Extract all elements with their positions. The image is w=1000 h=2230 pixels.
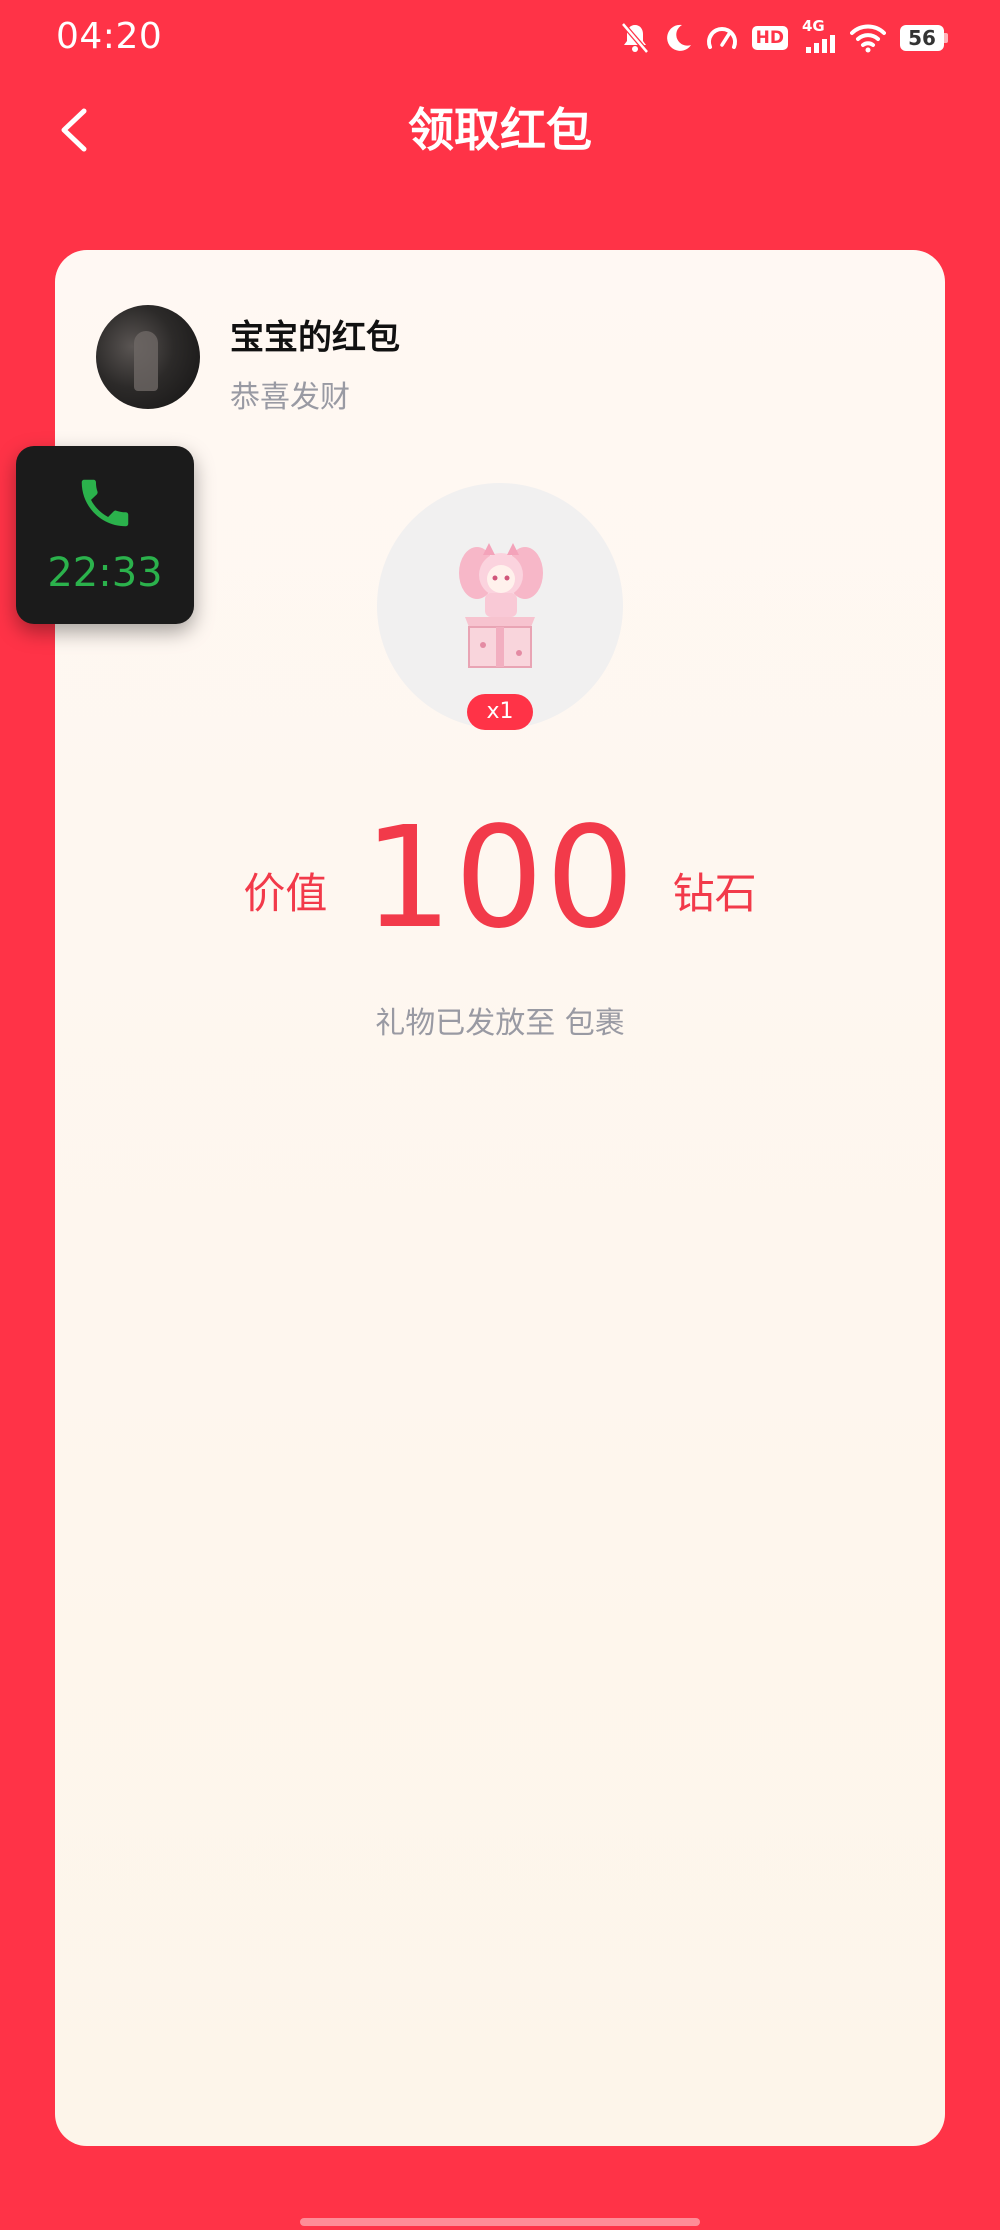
hd-icon: HD: [751, 26, 788, 50]
moon-icon: [664, 23, 692, 53]
value-row: 价值 100 钻石: [55, 796, 945, 960]
blessing-text: 恭喜发财: [230, 380, 350, 415]
status-time: 04:20: [56, 16, 163, 57]
value-amount: 100: [363, 796, 637, 960]
battery-level: 56: [900, 25, 944, 51]
avatar[interactable]: [96, 305, 200, 409]
status-icons: HD 4G 56: [620, 17, 948, 58]
gift-image: [459, 543, 543, 668]
home-indicator[interactable]: [300, 2218, 700, 2226]
phone-icon: [81, 479, 129, 527]
nav-bar: 领取红包: [0, 76, 1000, 196]
battery-tip: [944, 33, 948, 43]
floating-call-widget[interactable]: 22:33: [16, 446, 194, 624]
value-prefix: 价值: [243, 868, 328, 918]
speedometer-icon: [706, 23, 738, 53]
delivery-note: 礼物已发放至 包裹: [375, 1006, 625, 1041]
quantity-badge: x1: [467, 694, 533, 730]
wifi-icon: [850, 23, 886, 53]
mute-bell-icon: [620, 22, 650, 54]
value-unit: 钻石: [672, 868, 757, 918]
page-title: 领取红包: [408, 103, 592, 157]
gift-image-container: [377, 483, 623, 729]
status-bar: 04:20 HD 4G 56: [0, 0, 1000, 76]
signal-4g-icon: 4G: [802, 17, 836, 55]
battery-icon: 56: [900, 25, 948, 51]
sender-name: 宝宝的红包: [230, 318, 400, 358]
call-duration: 22:33: [47, 550, 163, 596]
